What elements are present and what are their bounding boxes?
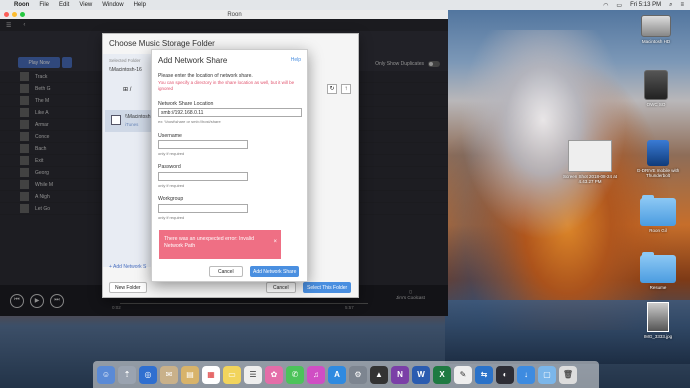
clock[interactable]: Fri 5:13 PM — [630, 2, 661, 8]
word-icon[interactable]: W — [412, 365, 430, 384]
desktop-icon-screenshot[interactable]: Screen Shot 2018-08-24 at 4.43.27 PM — [560, 140, 620, 184]
safari-icon[interactable]: ◎ — [139, 365, 157, 384]
minimize-window-icon[interactable] — [12, 12, 17, 17]
username-input[interactable] — [158, 140, 248, 149]
workgroup-label: Workgroup — [158, 196, 184, 202]
downloads-folder-icon[interactable]: ↓ — [517, 365, 535, 384]
menu-bar: Roon File Edit View Window Help ◠ ▭ Fri … — [0, 0, 690, 10]
desktop-icon-gdrive[interactable]: G-DRIVE mobile with Thunderbolt — [630, 140, 686, 178]
reminders-icon[interactable]: ☰ — [244, 365, 262, 384]
username-hint: only if required — [158, 151, 185, 156]
battery-icon[interactable]: ▭ — [616, 2, 622, 9]
workgroup-input[interactable] — [158, 204, 248, 213]
menu-app[interactable]: Roon — [14, 2, 29, 8]
share-location-hint: ex: \\host\share or smb://host/share — [158, 119, 221, 124]
menu-edit[interactable]: Edit — [59, 2, 69, 8]
password-input[interactable] — [158, 172, 248, 181]
network-dialog-title: Add Network Share — [158, 56, 228, 65]
roon-titlebar: Roon — [0, 10, 448, 19]
menu-help[interactable]: Help — [134, 2, 146, 8]
share-location-input[interactable]: smb://192.168.0.11 — [158, 108, 302, 117]
add-network-share-button[interactable]: Add Network Share — [250, 266, 300, 277]
notes-icon[interactable]: ▭ — [223, 365, 241, 384]
photos-icon[interactable]: ✿ — [265, 365, 283, 384]
password-label: Password — [158, 164, 181, 170]
dock: ☺ ⇡ ◎ ✉ ▤ ▦ ▭ ☰ ✿ ✆ ♫ A ⚙ ▲ N W X ✎ ⇆ ◐ … — [93, 361, 599, 388]
app-store-icon[interactable]: A — [328, 365, 346, 384]
launchpad-icon[interactable]: ⇡ — [118, 365, 136, 384]
thunderbolt-drive-icon — [647, 140, 669, 166]
add-network-share-dialog: Add Network Share Help Please enter the … — [151, 49, 308, 282]
calendar-icon[interactable]: ▦ — [202, 365, 220, 384]
desktop-icon-roon-folder[interactable]: Roon Gil — [636, 195, 680, 233]
storage-cancel-button[interactable]: Cancel — [266, 282, 296, 293]
activity-monitor-icon[interactable]: ▲ — [370, 365, 388, 384]
roon-icon[interactable]: ◐ — [496, 365, 514, 384]
menu-icon[interactable]: ≡ — [680, 2, 684, 8]
itunes-icon[interactable]: ♫ — [307, 365, 325, 384]
search-icon[interactable]: ⌕ — [669, 2, 672, 9]
share-location-label: Network Share Location — [158, 101, 214, 107]
teamviewer-icon[interactable]: ⇆ — [475, 365, 493, 384]
help-link[interactable]: Help — [291, 57, 301, 63]
network-icon: ⊞ — [123, 87, 129, 93]
external-drive-icon — [644, 70, 668, 100]
drive-icon — [111, 115, 121, 125]
folder-icon — [640, 252, 676, 283]
password-hint: only if required — [158, 183, 185, 188]
add-network-share-link[interactable]: + Add Network S — [109, 264, 146, 270]
system-preferences-icon[interactable]: ⚙ — [349, 365, 367, 384]
selected-folder-label: Selected Folder — [109, 58, 141, 63]
window-controls — [4, 12, 25, 17]
refresh-icon[interactable]: ↻ — [327, 84, 337, 94]
folder-icon — [640, 195, 676, 226]
sidebar-item-macintosh[interactable]: \\Macintosh iTunes — [105, 110, 153, 132]
mail-icon[interactable]: ✉ — [160, 365, 178, 384]
finder-icon[interactable]: ☺ — [97, 365, 115, 384]
desktop-icon-resume[interactable]: Resume — [636, 252, 680, 290]
new-folder-button[interactable]: New Folder — [109, 282, 147, 293]
messages-icon[interactable]: ✆ — [286, 365, 304, 384]
workgroup-hint: only if required — [158, 215, 185, 220]
network-cancel-button[interactable]: Cancel — [209, 266, 243, 277]
desktop-icon-img[interactable]: IMG_3333.jpg — [636, 302, 680, 339]
network-note-text: You can specify a directory in the share… — [158, 80, 295, 91]
up-folder-icon[interactable]: ↑ — [341, 84, 351, 94]
select-this-folder-button[interactable]: Select This Folder — [303, 282, 352, 293]
desktop-icon-macintosh-hd[interactable]: Macintosh HD — [630, 15, 682, 44]
screenshot-thumbnail-icon — [568, 140, 612, 172]
username-label: Username — [158, 133, 182, 139]
wifi-icon[interactable]: ◠ — [603, 2, 608, 9]
network-intro-text: Please enter the location of network sha… — [158, 73, 253, 79]
root-folder[interactable]: ⊞ / — [123, 86, 131, 93]
selected-folder-path: \\Macintosh-16 — [109, 67, 142, 73]
menu-view[interactable]: View — [79, 2, 92, 8]
menu-window[interactable]: Window — [102, 2, 123, 8]
dismiss-error-icon[interactable]: × — [273, 239, 277, 246]
textedit-icon[interactable]: ✎ — [454, 365, 472, 384]
excel-icon[interactable]: X — [433, 365, 451, 384]
close-window-icon[interactable] — [4, 12, 9, 17]
desktop-icon-owc[interactable]: OWC SO — [630, 70, 682, 107]
trash-icon[interactable]: 🗑 — [559, 365, 577, 384]
error-message: There was an unexpected error: Invalid N… — [159, 230, 281, 259]
documents-folder-icon[interactable]: ▢ — [538, 365, 556, 384]
hard-drive-icon — [641, 15, 671, 37]
menu-file[interactable]: File — [39, 2, 49, 8]
roon-window-title: Roon — [227, 11, 242, 18]
contacts-icon[interactable]: ▤ — [181, 365, 199, 384]
photo-icon — [647, 302, 669, 332]
onenote-icon[interactable]: N — [391, 365, 409, 384]
storage-dialog-title: Choose Music Storage Folder — [109, 39, 215, 48]
